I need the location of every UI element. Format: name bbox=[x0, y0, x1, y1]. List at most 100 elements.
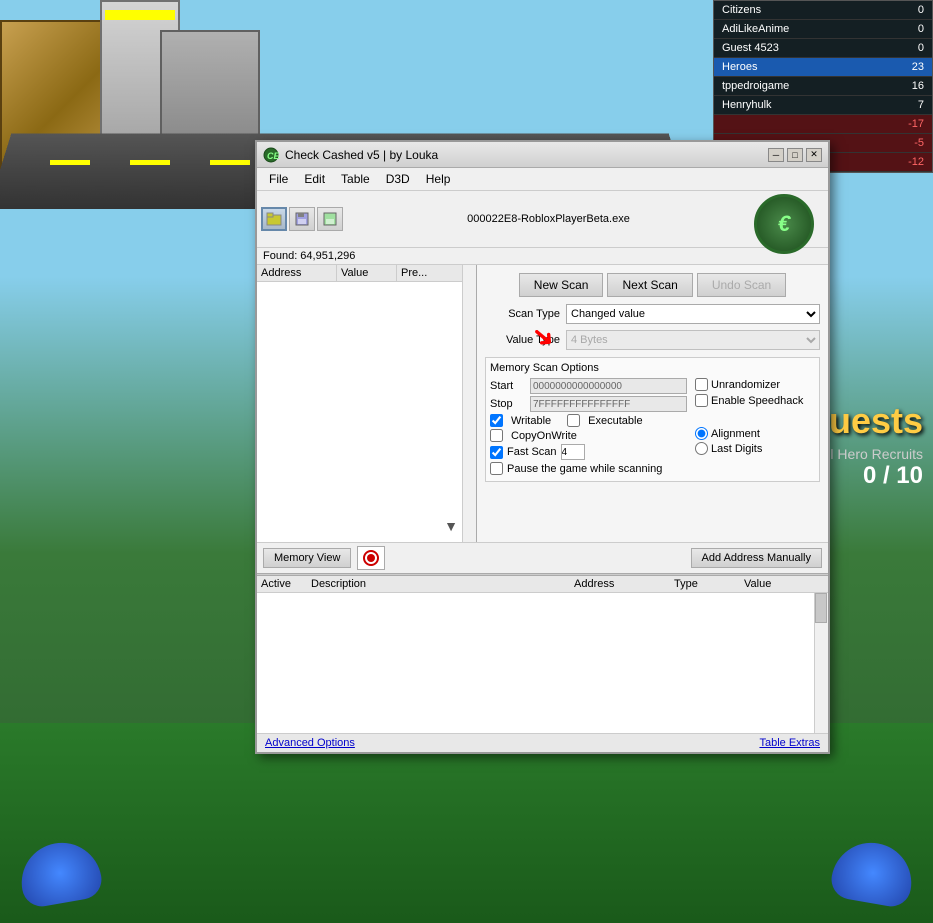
building-stripe bbox=[105, 10, 175, 20]
menu-d3d[interactable]: D3D bbox=[378, 170, 418, 188]
address-table-content bbox=[257, 593, 828, 733]
value-type-row: Value Type 4 Bytes bbox=[477, 327, 828, 353]
fast-scan-label: Fast Scan bbox=[507, 446, 557, 458]
value-type-select[interactable]: 4 Bytes bbox=[566, 330, 820, 350]
mem-flags-row: Writable Executable bbox=[490, 414, 687, 427]
advanced-options-link[interactable]: Advanced Options bbox=[265, 737, 355, 749]
add-address-button[interactable]: Add Address Manually bbox=[691, 548, 822, 568]
last-digits-radio[interactable] bbox=[695, 442, 708, 455]
ce-toolbar: 000022E8-RobloxPlayerBeta.exe € bbox=[257, 191, 828, 248]
scan-type-select[interactable]: Changed value Exact Value Increased valu… bbox=[566, 304, 820, 324]
address-bar: 000022E8-RobloxPlayerBeta.exe bbox=[345, 211, 752, 227]
scan-type-label: Scan Type bbox=[485, 308, 560, 320]
ce-window-controls: ─ □ ✕ bbox=[768, 148, 822, 162]
ce-titlebar-left: CE Check Cashed v5 | by Louka bbox=[263, 147, 438, 163]
col-description: Description bbox=[311, 578, 574, 590]
stop-scan-button[interactable] bbox=[357, 546, 385, 570]
next-scan-button[interactable]: Next Scan bbox=[607, 273, 692, 297]
ce-window: CE Check Cashed v5 | by Louka ─ □ ✕ File… bbox=[255, 140, 830, 754]
address-table-header: Active Description Address Type Value bbox=[257, 576, 828, 593]
last-digits-radio-row: Last Digits bbox=[695, 442, 815, 455]
save-icon bbox=[294, 211, 310, 227]
save2-icon bbox=[322, 211, 338, 227]
scoreboard-name: Heroes bbox=[722, 61, 757, 73]
list-scrollbar[interactable] bbox=[462, 265, 476, 542]
svg-text:CE: CE bbox=[267, 151, 279, 161]
mem-start-label: Start bbox=[490, 380, 530, 392]
scoreboard-score: 16 bbox=[912, 80, 924, 92]
ce-logo-circle: € bbox=[754, 194, 814, 254]
ce-menubar: File Edit Table D3D Help bbox=[257, 168, 828, 191]
address-scroll-thumb[interactable] bbox=[815, 593, 827, 623]
memory-options-right: Unrandomizer Enable Speedhack Alignment bbox=[695, 378, 815, 477]
scoreboard-row-heroes: Heroes 23 bbox=[714, 58, 932, 77]
col-active: Active bbox=[261, 578, 311, 590]
scoreboard-row: tppedroigame 16 bbox=[714, 77, 932, 96]
fast-scan-input[interactable] bbox=[561, 444, 585, 460]
ce-logo: € bbox=[754, 194, 824, 244]
alignment-label: Alignment bbox=[711, 428, 760, 440]
copy-on-write-checkbox[interactable] bbox=[490, 429, 503, 442]
scoreboard-score: 7 bbox=[918, 99, 924, 111]
unrandomizer-checkbox[interactable] bbox=[695, 378, 708, 391]
ce-list-panel: Address Value Pre... ▼ bbox=[257, 265, 477, 542]
pause-game-label: Pause the game while scanning bbox=[507, 463, 662, 475]
menu-help[interactable]: Help bbox=[418, 170, 459, 188]
address-table-scrollbar[interactable] bbox=[814, 593, 828, 733]
ce-close-button[interactable]: ✕ bbox=[806, 148, 822, 162]
alignment-radio[interactable] bbox=[695, 427, 708, 440]
executable-checkbox[interactable] bbox=[567, 414, 580, 427]
value-type-label: Value Type bbox=[485, 334, 560, 346]
scoreboard-name: Guest 4523 bbox=[722, 42, 779, 54]
arrow-down-icon[interactable]: ▼ bbox=[444, 518, 458, 534]
alignment-options: Alignment Last Digits bbox=[695, 427, 815, 455]
ce-maximize-button[interactable]: □ bbox=[787, 148, 803, 162]
new-scan-button[interactable]: New Scan bbox=[519, 273, 604, 297]
last-digits-label: Last Digits bbox=[711, 443, 762, 455]
toolbar-open-button[interactable] bbox=[261, 207, 287, 231]
copy-on-write-label: CopyOnWrite bbox=[511, 430, 577, 442]
unrandomizer-row: Unrandomizer bbox=[695, 378, 815, 391]
col-addr: Address bbox=[574, 578, 674, 590]
writable-label: Writable bbox=[511, 415, 551, 427]
col-type: Type bbox=[674, 578, 744, 590]
mem-stop-label: Stop bbox=[490, 398, 530, 410]
mem-start-input[interactable] bbox=[530, 378, 687, 394]
scoreboard-score: 0 bbox=[918, 4, 924, 16]
fast-scan-checkbox[interactable] bbox=[490, 446, 503, 459]
scoreboard-name: Citizens bbox=[722, 4, 761, 16]
executable-label: Executable bbox=[588, 415, 642, 427]
col-address: Address bbox=[257, 265, 337, 281]
ce-title-text: Check Cashed v5 | by Louka bbox=[285, 148, 438, 162]
table-extras-link[interactable]: Table Extras bbox=[759, 737, 820, 749]
toolbar-save-button[interactable] bbox=[289, 207, 315, 231]
writable-checkbox[interactable] bbox=[490, 414, 503, 427]
undo-scan-button[interactable]: Undo Scan bbox=[697, 273, 786, 297]
open-icon bbox=[266, 211, 282, 227]
scoreboard-row: Citizens 0 bbox=[714, 1, 932, 20]
scoreboard-name: Henryhulk bbox=[722, 99, 772, 111]
ce-minimize-button[interactable]: ─ bbox=[768, 148, 784, 162]
menu-table[interactable]: Table bbox=[333, 170, 378, 188]
found-count-text: Found: 64,951,296 bbox=[263, 250, 355, 262]
menu-edit[interactable]: Edit bbox=[296, 170, 333, 188]
pause-game-checkbox[interactable] bbox=[490, 462, 503, 475]
address-table-wrapper bbox=[257, 593, 828, 733]
alignment-radio-row: Alignment bbox=[695, 427, 815, 440]
scoreboard-score: 0 bbox=[918, 23, 924, 35]
scan-type-row: Scan Type Changed value Exact Value Incr… bbox=[477, 301, 828, 327]
menu-file[interactable]: File bbox=[261, 170, 296, 188]
mem-cow-row: CopyOnWrite bbox=[490, 429, 687, 442]
scoreboard-name: tppedroigame bbox=[722, 80, 789, 92]
scoreboard-row: Henryhulk 7 bbox=[714, 96, 932, 115]
scoreboard-row: Guest 4523 0 bbox=[714, 39, 932, 58]
col-value: Value bbox=[337, 265, 397, 281]
col-pre: Pre... bbox=[397, 265, 467, 281]
mem-stop-input[interactable] bbox=[530, 396, 687, 412]
toolbar-save2-button[interactable] bbox=[317, 207, 343, 231]
scoreboard-row-neg: -17 bbox=[714, 115, 932, 134]
stop-icon bbox=[363, 550, 379, 566]
speedhack-checkbox[interactable] bbox=[695, 394, 708, 407]
unrandomizer-label: Unrandomizer bbox=[711, 379, 780, 391]
memory-view-button[interactable]: Memory View bbox=[263, 548, 351, 568]
